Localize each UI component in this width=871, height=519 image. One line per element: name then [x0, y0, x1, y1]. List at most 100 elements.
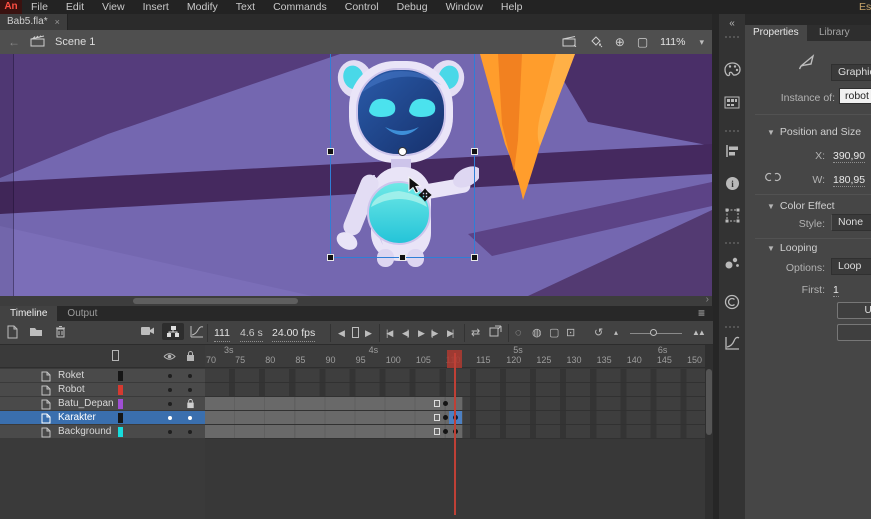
align-panel-icon[interactable] [719, 144, 745, 163]
first-frame-value[interactable]: 1 [833, 284, 839, 297]
back-icon[interactable]: ← [8, 35, 20, 49]
go-to-last-frame-button[interactable]: ▶| [447, 325, 452, 341]
menu-item-insert[interactable]: Insert [134, 0, 178, 14]
current-frame-field[interactable]: 111 [214, 325, 230, 342]
slider-knob[interactable] [650, 329, 657, 336]
selection-right-edge[interactable] [474, 54, 475, 258]
collapse-panels-icon[interactable]: « [719, 18, 745, 29]
menu-item-control[interactable]: Control [336, 0, 388, 14]
layer-outline-color-swatch[interactable] [118, 385, 123, 395]
layer-visibility-dot[interactable] [168, 416, 172, 420]
outline-color-column-icon[interactable] [112, 350, 119, 361]
zoom-level-select[interactable]: 111% ▾ [660, 36, 704, 48]
resize-to-fit-icon[interactable]: ▲▲ [692, 325, 704, 341]
timeline-zoom-out-icon[interactable]: ▴ [614, 325, 618, 341]
scrollbar-thumb[interactable] [706, 369, 712, 435]
transform-point[interactable] [398, 147, 407, 156]
layer-outline-color-swatch[interactable] [118, 427, 123, 437]
layer-row-robot[interactable]: Robot [0, 383, 205, 397]
center-playhead-icon[interactable] [352, 327, 359, 343]
layer-name[interactable]: Roket [58, 370, 84, 381]
step-back-one-frame-button[interactable]: ◀| [402, 325, 407, 341]
w-value[interactable]: 180,95 [833, 174, 865, 187]
go-to-first-frame-button[interactable]: |◀ [386, 325, 391, 341]
selection-handle-bottom-left[interactable] [327, 254, 334, 261]
menu-item-window[interactable]: Window [437, 0, 492, 14]
frames-area[interactable]: 7075808590951001051101151201251301351401… [205, 345, 705, 519]
scene-name[interactable]: Scene 1 [55, 36, 95, 48]
section-looping[interactable]: ▼Looping [767, 242, 817, 254]
layer-outline-color-swatch[interactable] [118, 371, 123, 381]
layer-outline-color-swatch[interactable] [118, 399, 123, 409]
layer-name[interactable]: Batu_Depan [58, 398, 114, 409]
info-panel-icon[interactable]: i [719, 176, 745, 196]
loop-playback-button[interactable]: ⇄ [471, 325, 480, 341]
step-back-icon[interactable]: ◀ [338, 325, 345, 341]
selection-handle-right[interactable] [471, 148, 478, 155]
keyframe-dot[interactable] [443, 415, 448, 420]
frame-span[interactable] [205, 397, 463, 410]
elapsed-time-field[interactable]: 4.6 s [240, 325, 263, 342]
layer-locked-icon[interactable] [186, 398, 195, 412]
tab-library[interactable]: Library [811, 25, 858, 41]
menu-item-file[interactable]: File [22, 0, 57, 14]
brush-library-panel-icon[interactable] [719, 256, 745, 275]
selection-handle-bottom-right[interactable] [471, 254, 478, 261]
frame-span[interactable] [205, 425, 463, 438]
stage-horizontal-scrollbar[interactable]: › [0, 296, 712, 306]
loop-range-button[interactable] [489, 325, 502, 337]
tab-timeline[interactable]: Timeline [0, 306, 57, 321]
panel-divider[interactable] [712, 14, 719, 519]
reset-timeline-zoom-button[interactable]: ↺ [594, 325, 603, 341]
lock-icon[interactable] [186, 350, 195, 362]
edit-scene-icon[interactable] [562, 35, 577, 49]
selection-handle-bottom-center[interactable] [399, 254, 406, 261]
section-position-size[interactable]: ▼Position and Size [767, 126, 861, 138]
section-color-effect[interactable]: ▼Color Effect [767, 200, 835, 212]
menu-item-modify[interactable]: Modify [178, 0, 227, 14]
keyframe-dot[interactable] [443, 401, 448, 406]
frame-span[interactable] [205, 411, 463, 424]
motion-editor-panel-icon[interactable] [719, 336, 745, 355]
motion-graph-button[interactable] [190, 325, 204, 338]
center-frame-icon[interactable]: ⊕ [615, 36, 625, 48]
scrollbar-thumb[interactable] [133, 298, 298, 304]
instance-name-field[interactable]: robot [839, 88, 871, 104]
frame-rate-field[interactable]: 24.00 fps [272, 325, 315, 342]
layer-lock-dot[interactable] [188, 416, 192, 420]
transform-panel-icon[interactable] [719, 208, 745, 228]
step-forward-one-frame-button[interactable]: |▶ [431, 325, 436, 341]
use-frame-picker-button[interactable]: Use Fra [837, 302, 871, 319]
x-value[interactable]: 390,90 [833, 150, 865, 163]
symbol-type-dropdown[interactable]: Graphic [831, 64, 871, 81]
edit-symbols-icon[interactable] [589, 35, 603, 50]
scroll-right-icon[interactable]: › [706, 294, 709, 305]
delete-layer-button[interactable] [55, 325, 66, 338]
step-forward-icon[interactable]: ▶ [365, 325, 372, 341]
layer-row-background[interactable]: Background [0, 425, 205, 439]
new-folder-button[interactable] [29, 325, 43, 337]
modify-markers-button[interactable]: ⊡ [566, 325, 575, 341]
play-button[interactable]: ▶ [418, 325, 425, 341]
lip-syncing-button[interactable]: Lip S [837, 324, 871, 341]
timeline-zoom-slider[interactable] [630, 333, 682, 334]
layer-visibility-dot[interactable] [168, 402, 172, 406]
clip-content-icon[interactable]: ▢ [637, 36, 648, 48]
selection-left-edge[interactable] [330, 54, 331, 258]
workspace-label[interactable]: Es [859, 1, 871, 13]
menu-item-edit[interactable]: Edit [57, 0, 93, 14]
animate-logo[interactable]: An [0, 0, 22, 14]
onion-skin-button[interactable]: ◌ [515, 325, 522, 341]
menu-item-help[interactable]: Help [492, 0, 532, 14]
camera-button[interactable] [140, 325, 155, 336]
layer-row-batu_depan[interactable]: Batu_Depan [0, 397, 205, 411]
tab-output[interactable]: Output [57, 306, 107, 321]
layer-row-karakter[interactable]: Karakter [0, 411, 205, 425]
menu-item-text[interactable]: Text [227, 0, 264, 14]
stage-canvas[interactable] [0, 54, 712, 296]
eye-icon[interactable] [163, 352, 176, 361]
selection-handle-left[interactable] [327, 148, 334, 155]
playhead-line[interactable] [454, 353, 456, 515]
carrot-shape[interactable] [478, 54, 578, 202]
tab-properties[interactable]: Properties [745, 25, 807, 41]
